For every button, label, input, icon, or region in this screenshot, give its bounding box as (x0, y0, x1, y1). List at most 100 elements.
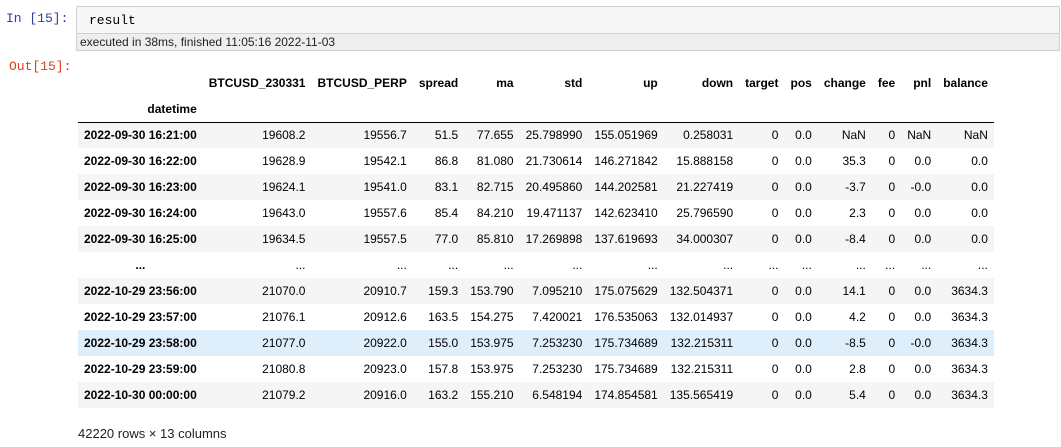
index-header-spacer (413, 96, 464, 122)
index-header-spacer (872, 96, 901, 122)
table-cell: 0.0 (971, 180, 988, 194)
table-cell: 0.0 (914, 284, 932, 298)
table-cell: ... (503, 258, 514, 272)
table-cell: 3634.3 (951, 284, 988, 298)
table-cell: 0 (888, 362, 896, 376)
table-cell: -8.4 (845, 232, 866, 246)
column-header: spread (418, 76, 459, 90)
row-index: 2022-09-30 16:24:00 (84, 206, 197, 220)
table-cell: 3634.3 (951, 336, 988, 350)
table-row: 2022-10-29 23:56:00 21070.0 20910.7 159.3 15… (78, 278, 994, 304)
index-header-spacer (901, 96, 937, 122)
table-cell: 7.420021 (532, 310, 583, 324)
table-cell: 3634.3 (951, 362, 988, 376)
table-row: 2022-10-30 00:00:00 21079.2 20916.0 163.2 15… (78, 382, 994, 408)
table-cell: 0 (771, 206, 779, 220)
table-cell: 2.3 (849, 206, 866, 220)
table-cell: 0 (888, 388, 896, 402)
row-index: 2022-10-29 23:57:00 (84, 310, 197, 324)
table-cell: ... (977, 258, 988, 272)
table-cell: 0 (771, 388, 779, 402)
table-cell: 137.619693 (594, 232, 658, 246)
table-cell: 146.271842 (594, 154, 658, 168)
index-header-spacer (937, 96, 994, 122)
index-header-spacer (203, 96, 312, 122)
table-cell: 0.0 (795, 128, 812, 143)
table-cell: 155.051969 (594, 128, 658, 143)
table-cell: ... (801, 258, 812, 272)
table-cell: 20910.7 (363, 284, 407, 298)
column-header: BTCUSD_PERP (317, 76, 407, 90)
table-row: 2022-10-29 23:58:00 21077.0 20922.0 155.0 15… (78, 330, 994, 356)
table-cell: ... (921, 258, 932, 272)
table-cell: 0.0 (914, 310, 932, 324)
table-cell: NaN (907, 128, 932, 143)
table-cell: ... (396, 258, 407, 272)
table-cell: 0 (888, 206, 896, 220)
row-index: 2022-10-29 23:59:00 (84, 362, 197, 376)
column-header: change (823, 76, 866, 90)
table-cell: 0.0 (795, 232, 812, 246)
table-cell: 21079.2 (262, 388, 306, 402)
table-cell: 0.258031 (683, 128, 734, 143)
code-text[interactable]: result (89, 13, 136, 28)
column-header: ma (496, 76, 514, 90)
table-cell: 135.565419 (669, 388, 734, 402)
table-cell: 19557.6 (363, 206, 407, 220)
table-cell: 77.0 (434, 232, 459, 246)
table-cell: 0 (771, 154, 779, 168)
table-cell: 0 (771, 284, 779, 298)
table-cell: NaN (963, 128, 988, 143)
column-header: down (701, 76, 734, 90)
execution-info: executed in 38ms, finished 11:05:16 2022… (80, 35, 336, 49)
ellipsis-row: ........................................… (78, 252, 994, 278)
table-cell: -0.0 (910, 336, 932, 350)
table-cell: 21077.0 (262, 336, 306, 350)
table-cell: 19634.5 (262, 232, 306, 246)
table-cell: 21070.0 (262, 284, 306, 298)
table-cell: 0.0 (971, 206, 988, 220)
code-editor[interactable]: result (76, 6, 1060, 34)
table-cell: 7.095210 (532, 284, 583, 298)
table-cell: 132.215311 (670, 362, 734, 376)
index-header-spacer (818, 96, 872, 122)
table-cell: 0 (888, 336, 896, 350)
table-cell: 51.5 (434, 128, 459, 143)
dataframe-table: BTCUSD_230331 BTCUSD_PERP spread ma std up dow… (78, 70, 994, 408)
table-cell: 19.471137 (526, 206, 583, 220)
table-cell: 19628.9 (262, 154, 306, 168)
input-prompt: In [15]: (6, 11, 69, 26)
table-cell: ... (647, 258, 658, 272)
table-cell: 0 (771, 232, 779, 246)
column-header: std (564, 76, 583, 90)
column-header: BTCUSD_230331 (208, 76, 306, 90)
table-cell: 132.504371 (669, 284, 734, 298)
table-cell: 142.623410 (594, 206, 658, 220)
table-cell: 85.810 (476, 232, 514, 246)
index-header-spacer (520, 96, 589, 122)
table-cell: 21076.1 (262, 310, 306, 324)
table-row: 2022-09-30 16:21:00 19608.2 19556.7 51.5 77.… (78, 122, 994, 148)
table-cell: 19542.1 (363, 154, 407, 168)
table-cell: 20.495860 (525, 180, 583, 194)
table-cell: 20916.0 (363, 388, 407, 402)
table-cell: 163.2 (428, 388, 459, 402)
index-name: datetime (147, 101, 197, 116)
table-cell: 153.975 (470, 362, 514, 376)
table-cell: 15.888158 (676, 154, 734, 168)
table-cell: 0 (771, 310, 779, 324)
table-cell: 157.8 (428, 362, 459, 376)
table-cell: 19541.0 (363, 180, 407, 194)
table-cell: ... (885, 258, 896, 272)
table-cell: 132.014937 (669, 310, 734, 324)
column-header: pos (790, 76, 812, 90)
column-header: balance (943, 76, 988, 90)
table-cell: 0 (771, 180, 779, 194)
table-cell: 153.975 (470, 336, 514, 350)
table-cell: 85.4 (434, 206, 459, 220)
table-cell: ... (855, 258, 866, 272)
table-cell: 132.215311 (670, 336, 734, 350)
table-cell: 4.2 (849, 310, 866, 324)
table-cell: 155.210 (470, 388, 514, 402)
row-index: 2022-10-29 23:56:00 (84, 284, 197, 298)
